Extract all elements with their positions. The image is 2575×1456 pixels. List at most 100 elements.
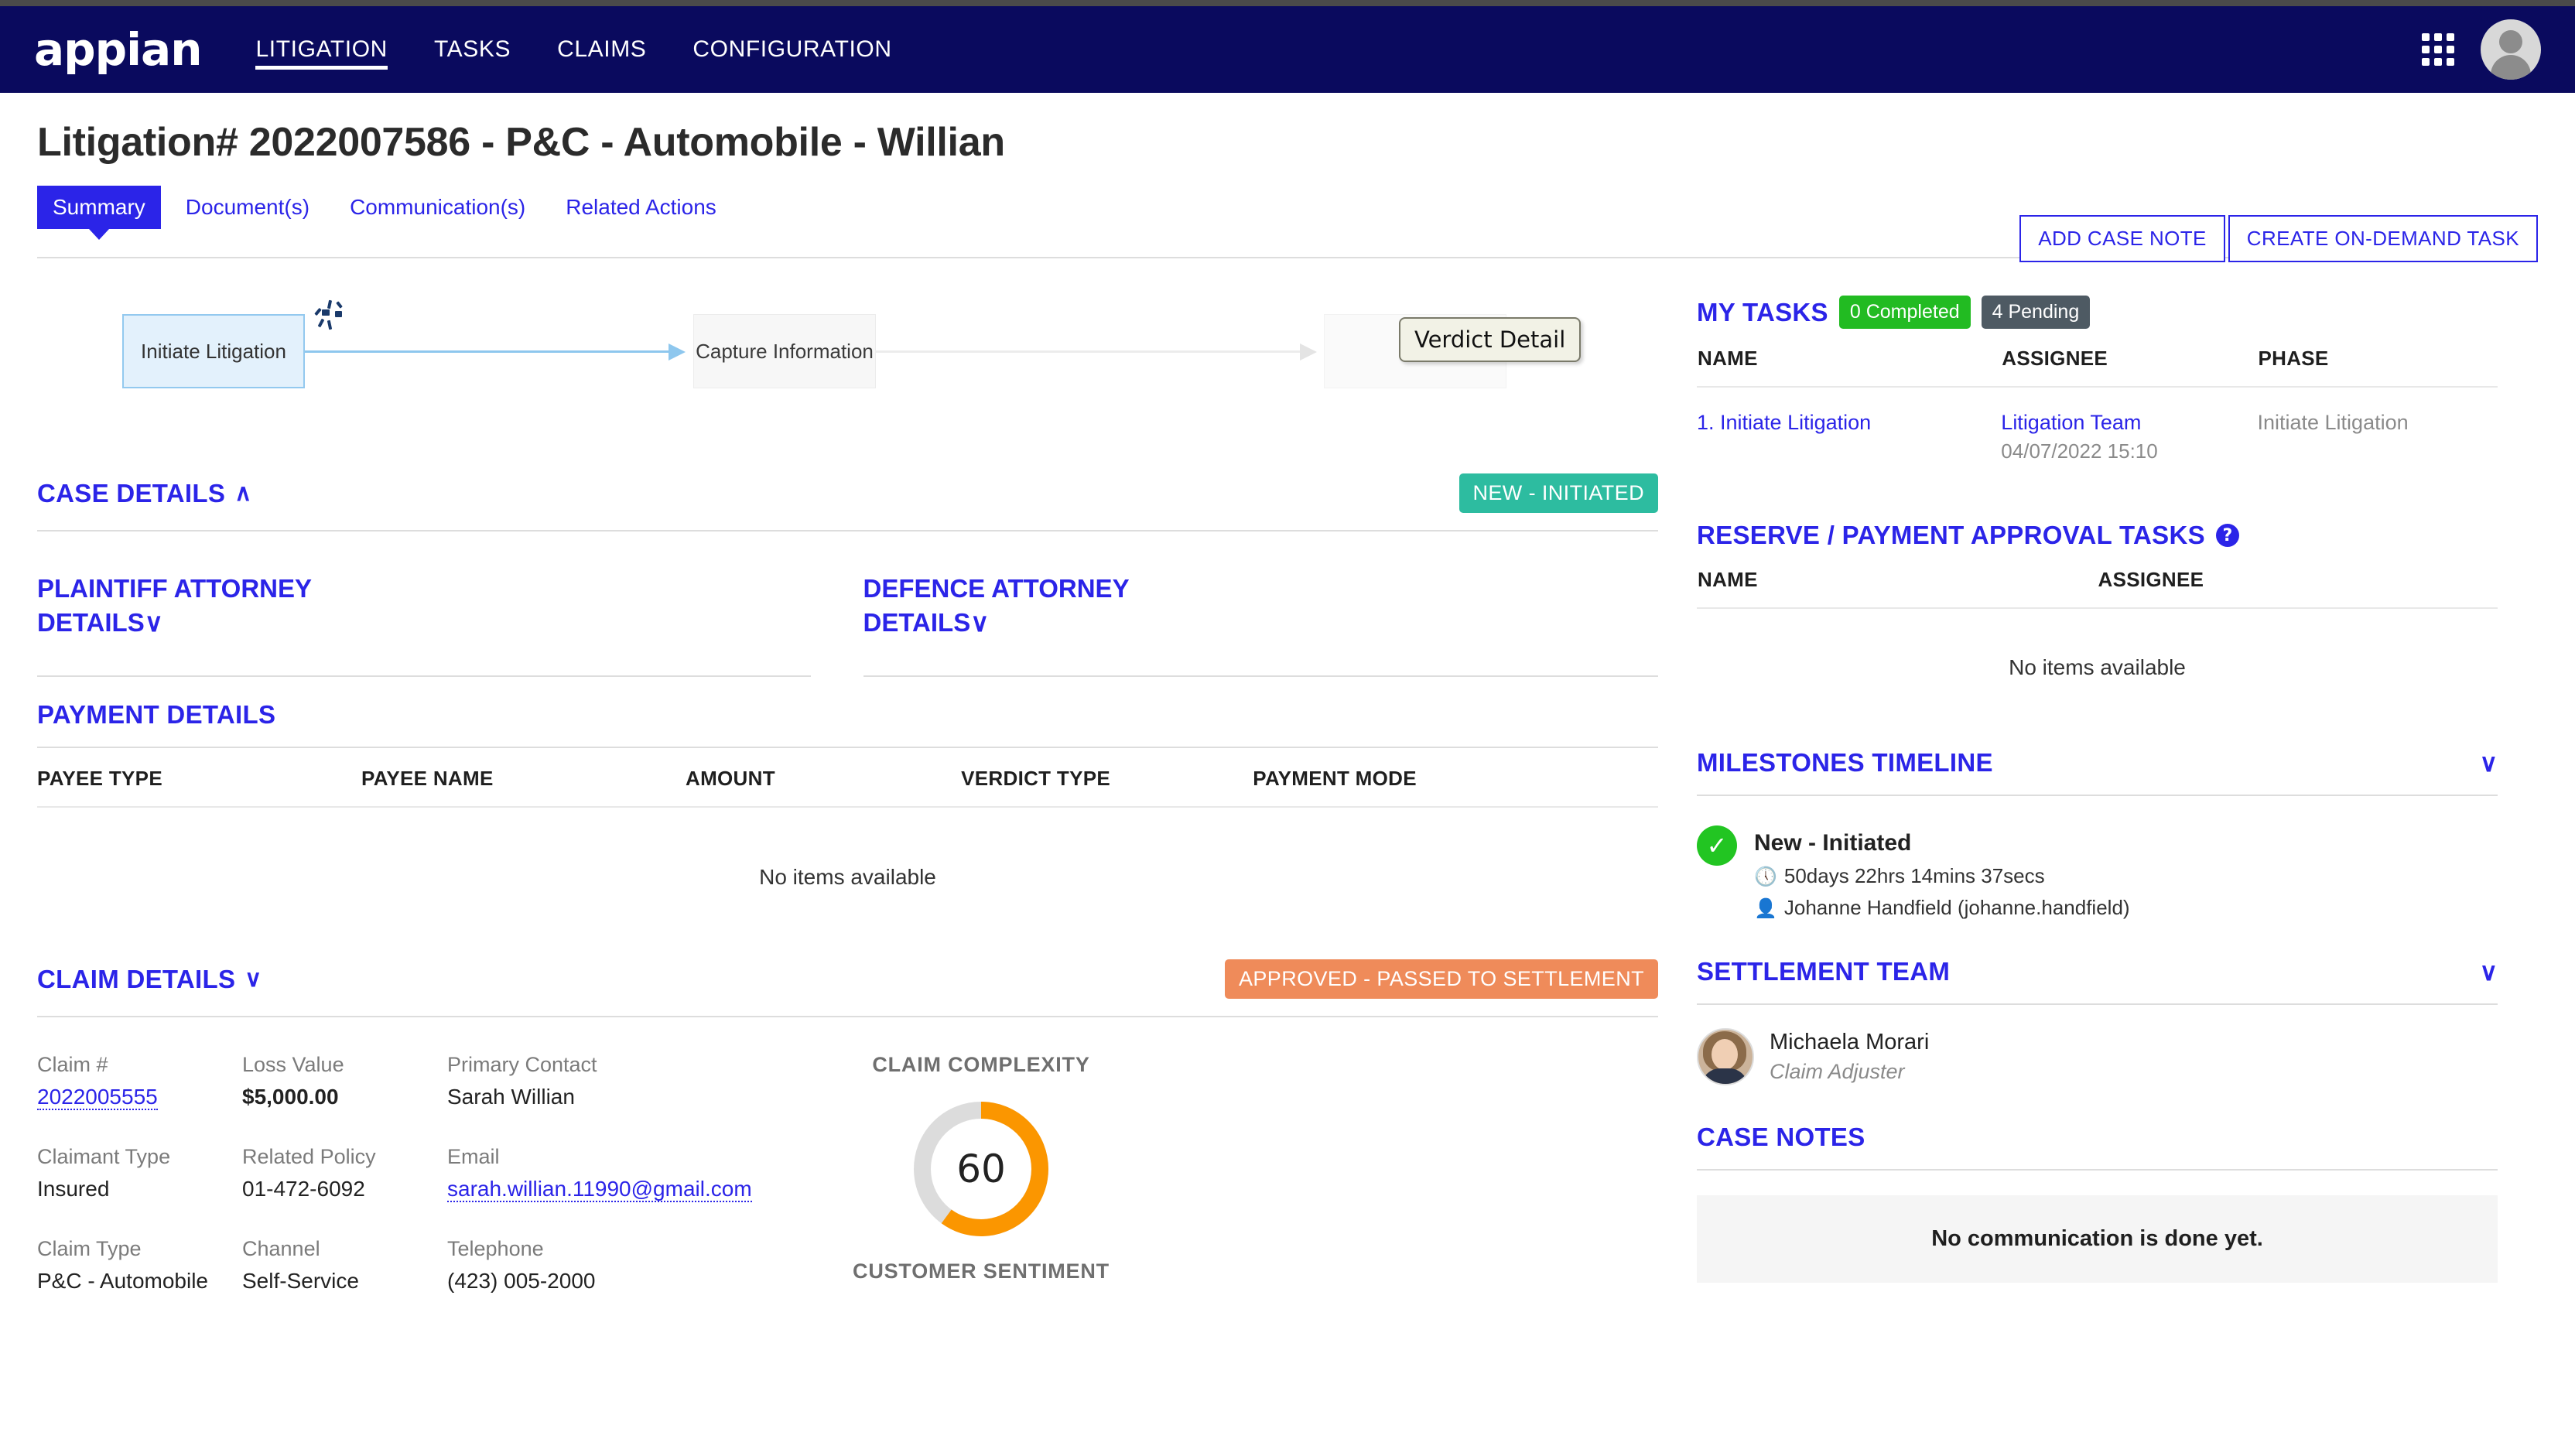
email-link[interactable]: sarah.willian.11990@gmail.com xyxy=(447,1177,752,1203)
attorney-sections: PLAINTIFF ATTORNEY DETAILS∨ DEFENCE ATTO… xyxy=(37,572,1658,678)
related-policy-label: Related Policy xyxy=(242,1145,376,1169)
field-primary-contact: Primary Contact Sarah Willian xyxy=(447,1053,772,1109)
claim-details-fields: Claim # 2022005555 Claimant Type Insured… xyxy=(37,1053,1658,1329)
nav-item-configuration[interactable]: CONFIGURATION xyxy=(692,6,891,93)
case-status-badge: NEW - INITIATED xyxy=(1458,473,1658,513)
nav-item-litigation[interactable]: LITIGATION xyxy=(255,6,388,93)
tab-communications[interactable]: Communication(s) xyxy=(334,186,541,229)
col-reserve-name[interactable]: NAME xyxy=(1697,567,2098,609)
pending-count-chip[interactable]: 4 Pending xyxy=(1981,296,2091,329)
email-label: Email xyxy=(447,1145,500,1169)
milestones-divider xyxy=(1697,795,2498,796)
page-content: Initiate Litigation Capture Information … xyxy=(0,258,2575,1329)
plaintiff-attorney-title[interactable]: PLAINTIFF ATTORNEY DETAILS∨ xyxy=(37,572,362,640)
plaintiff-attorney-label: PLAINTIFF ATTORNEY DETAILS xyxy=(37,574,312,637)
my-tasks-title: MY TASKS xyxy=(1697,297,1828,326)
milestones-header: MILESTONES TIMELINE ∨ xyxy=(1697,748,2498,778)
completed-count-chip[interactable]: 0 Completed xyxy=(1838,296,1971,329)
chevron-down-icon[interactable]: ∨ xyxy=(970,608,989,637)
plaintiff-divider xyxy=(37,675,811,678)
field-related-policy: Related Policy 01-472-6092 xyxy=(242,1145,447,1201)
case-notes-empty-message: No communication is done yet. xyxy=(1697,1195,2498,1283)
col-verdict-type[interactable]: VERDICT TYPE xyxy=(961,750,1253,808)
task-assignee-link[interactable]: Litigation Team xyxy=(2001,411,2141,434)
nav-item-claims[interactable]: CLAIMS xyxy=(557,6,646,93)
add-case-note-button[interactable]: ADD CASE NOTE xyxy=(2019,215,2225,262)
milestone-person-row: 👤 Johanne Handfield (johanne.handfield) xyxy=(1754,896,2130,920)
chevron-down-icon[interactable]: ∨ xyxy=(245,966,262,993)
col-task-name[interactable]: NAME xyxy=(1697,346,2002,388)
claim-details-header: CLAIM DETAILS ∨ APPROVED - PASSED TO SET… xyxy=(37,959,1658,1000)
task-phase-value: Initiate Litigation xyxy=(2257,411,2409,434)
payment-details-header: PAYMENT DETAILS xyxy=(37,700,1658,730)
complexity-donut-gauge: 60 xyxy=(911,1099,1052,1239)
col-payee-type[interactable]: PAYEE TYPE xyxy=(37,750,361,808)
tab-summary[interactable]: Summary xyxy=(37,186,161,240)
claim-number-link[interactable]: 2022005555 xyxy=(37,1085,158,1111)
table-header-row: PAYEE TYPE PAYEE NAME AMOUNT VERDICT TYP… xyxy=(37,750,1658,808)
team-member-row[interactable]: Michaela Morari Claim Adjuster xyxy=(1697,1028,2498,1085)
defence-divider xyxy=(863,675,1658,678)
settlement-team-header: SETTLEMENT TEAM ∨ xyxy=(1697,957,2498,986)
grid-apps-icon[interactable] xyxy=(2422,33,2454,66)
chevron-down-icon[interactable]: ∨ xyxy=(2480,957,2498,986)
settlement-team-title: SETTLEMENT TEAM xyxy=(1697,957,1951,986)
claim-details-title[interactable]: CLAIM DETAILS xyxy=(37,965,235,994)
milestone-duration-row: 🕔 50days 22hrs 14mins 37secs xyxy=(1754,864,2130,888)
payment-empty-message: No items available xyxy=(759,865,936,890)
team-member-info: Michaela Morari Claim Adjuster xyxy=(1770,1030,1929,1084)
help-question-icon[interactable]: ? xyxy=(2215,524,2239,547)
case-notes-divider xyxy=(1697,1169,2498,1171)
col-payment-mode[interactable]: PAYMENT MODE xyxy=(1253,750,1658,808)
col-payee-name[interactable]: PAYEE NAME xyxy=(361,750,686,808)
flow-node-initiate-litigation[interactable]: Initiate Litigation xyxy=(122,314,305,388)
milestone-item: ✓ New - Initiated 🕔 50days 22hrs 14mins … xyxy=(1697,825,2498,920)
gauge-bottom-caption: CUSTOMER SENTIMENT xyxy=(853,1259,1110,1283)
milestone-person: Johanne Handfield (johanne.handfield) xyxy=(1783,896,2130,919)
defence-attorney-title[interactable]: DEFENCE ATTORNEY DETAILS∨ xyxy=(863,572,1188,640)
reserve-tasks-header: RESERVE / PAYMENT APPROVAL TASKS ? xyxy=(1697,521,2498,550)
reserve-tasks-title: RESERVE / PAYMENT APPROVAL TASKS xyxy=(1697,521,2205,549)
nav-right-group xyxy=(2422,19,2541,80)
col-task-assignee[interactable]: ASSIGNEE xyxy=(2001,346,2258,388)
telephone-value: (423) 005-2000 xyxy=(447,1269,596,1294)
tab-related-actions[interactable]: Related Actions xyxy=(550,186,732,229)
channel-label: Channel xyxy=(242,1237,320,1261)
member-photo-icon xyxy=(1697,1028,1754,1085)
team-member-role: Claim Adjuster xyxy=(1770,1060,1905,1083)
table-empty-row: No items available xyxy=(37,807,1658,936)
field-telephone: Telephone (423) 005-2000 xyxy=(447,1237,772,1294)
claim-number-label: Claim # xyxy=(37,1053,108,1077)
field-claim-number: Claim # 2022005555 xyxy=(37,1053,242,1111)
table-empty-row: No items available xyxy=(1697,608,2498,711)
table-header-row: NAME ASSIGNEE xyxy=(1697,567,2498,609)
table-row: 1. Initiate Litigation Litigation Team 0… xyxy=(1697,387,2498,484)
user-avatar-icon[interactable] xyxy=(2481,19,2541,80)
telephone-label: Telephone xyxy=(447,1237,544,1261)
chevron-up-icon[interactable]: ∧ xyxy=(234,480,251,507)
payment-details-table: PAYEE TYPE PAYEE NAME AMOUNT VERDICT TYP… xyxy=(37,750,1658,936)
case-details-header: CASE DETAILS ∧ NEW - INITIATED xyxy=(37,473,1658,513)
col-reserve-assignee[interactable]: ASSIGNEE xyxy=(2097,567,2498,609)
tab-documents[interactable]: Document(s) xyxy=(170,186,325,229)
milestones-title: MILESTONES TIMELINE xyxy=(1697,748,1993,777)
task-name-link[interactable]: 1. Initiate Litigation xyxy=(1697,411,1871,434)
primary-contact-value: Sarah Willian xyxy=(447,1085,575,1109)
nav-item-tasks[interactable]: TASKS xyxy=(434,6,511,93)
col-amount[interactable]: AMOUNT xyxy=(686,750,962,808)
claim-details-divider xyxy=(37,1016,1658,1018)
create-on-demand-task-button[interactable]: CREATE ON-DEMAND TASK xyxy=(2228,215,2538,262)
chevron-down-icon[interactable]: ∨ xyxy=(2480,748,2498,778)
appian-logo[interactable]: appian xyxy=(34,23,202,76)
chevron-down-icon[interactable]: ∨ xyxy=(145,608,163,637)
claimant-type-label: Claimant Type xyxy=(37,1145,171,1169)
channel-value: Self-Service xyxy=(242,1269,359,1294)
task-assignee-cell: Litigation Team 04/07/2022 15:10 xyxy=(2001,387,2257,484)
field-channel: Channel Self-Service xyxy=(242,1237,447,1294)
col-task-phase[interactable]: PHASE xyxy=(2257,346,2498,388)
claim-status-badge: APPROVED - PASSED TO SETTLEMENT xyxy=(1224,959,1658,1000)
clock-icon: 🕔 xyxy=(1754,865,1777,887)
loading-spinner-icon xyxy=(313,299,347,334)
flow-node-capture-information[interactable]: Capture Information xyxy=(693,314,876,388)
case-details-title[interactable]: CASE DETAILS xyxy=(37,479,225,508)
